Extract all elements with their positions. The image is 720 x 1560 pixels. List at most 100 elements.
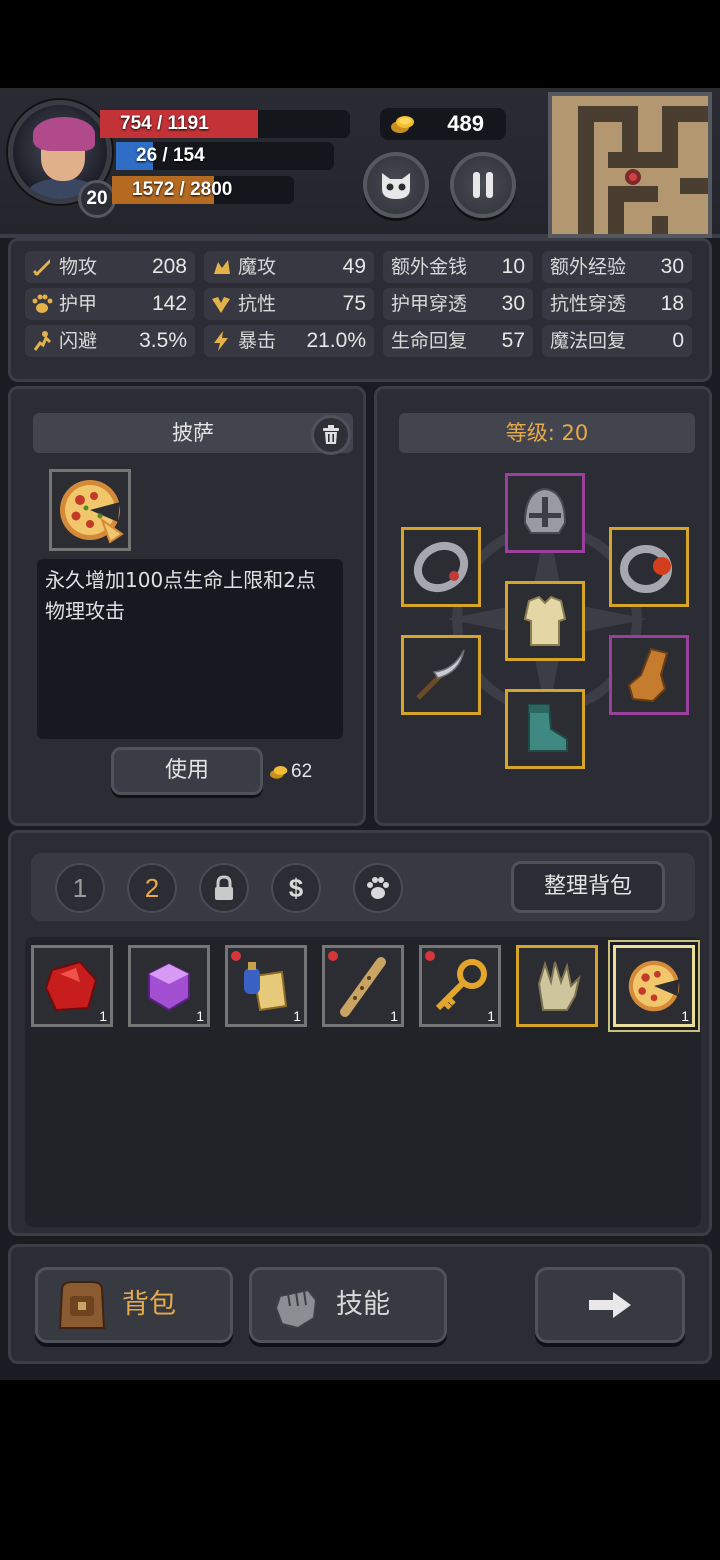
scythe-icon bbox=[416, 649, 465, 700]
arrow-right-icon bbox=[589, 1292, 631, 1318]
stat-2[interactable]: 魔攻 49 bbox=[204, 251, 374, 283]
pause-button[interactable] bbox=[450, 152, 516, 218]
pause-icon bbox=[473, 172, 493, 198]
stat-value: 21.0% bbox=[306, 329, 366, 352]
top-bar: 20 754 / 1191 26 / 154 1572 / 2800 489 bbox=[0, 88, 720, 238]
stat-label: 物攻 bbox=[59, 256, 98, 278]
gold-counter: 489 bbox=[380, 108, 506, 140]
item-detail-panel: 披萨 永久增加100点生命上限和2点物理攻击 使用 62 bbox=[8, 386, 366, 826]
bottom-nav: 背包 技能 bbox=[8, 1244, 712, 1364]
bag-panel: 1 2 $ 整理背包 1 1 1 1 1 1 bbox=[8, 830, 712, 1236]
stat-value: 75 bbox=[342, 292, 366, 315]
stat-value: 30 bbox=[501, 292, 525, 315]
nav-bag-label: 背包 bbox=[122, 1289, 176, 1320]
equip-slot-ring-left[interactable] bbox=[401, 527, 481, 607]
gauntlet-icon bbox=[627, 647, 669, 703]
item-quantity: 1 bbox=[293, 1008, 301, 1024]
mp-bar: 26 / 154 bbox=[116, 142, 334, 170]
minimap[interactable] bbox=[548, 92, 712, 238]
stat-value: 10 bbox=[501, 255, 525, 278]
stat-7[interactable]: 护甲穿透 30 bbox=[383, 288, 533, 320]
player-marker-icon bbox=[625, 169, 641, 185]
bag-tab-locked[interactable] bbox=[199, 863, 249, 913]
bag-slot-flute[interactable]: 1 bbox=[322, 945, 404, 1027]
nav-skill-button[interactable]: 技能 bbox=[249, 1267, 447, 1343]
sword-icon bbox=[32, 259, 50, 277]
next-button[interactable] bbox=[535, 1267, 685, 1343]
equipment-panel: 等级: 20 bbox=[374, 386, 712, 826]
stat-label: 暴击 bbox=[238, 330, 277, 352]
gold-coin-icon bbox=[270, 765, 288, 779]
glove-icon bbox=[537, 960, 581, 1011]
bag-slot-golden-key[interactable]: 1 bbox=[419, 945, 501, 1027]
flute-icon bbox=[340, 957, 386, 1017]
magic-hand-icon bbox=[214, 260, 230, 274]
stat-4[interactable]: 额外经验 30 bbox=[542, 251, 692, 283]
stat-3[interactable]: 额外金钱 10 bbox=[383, 251, 533, 283]
game-screen: 2 0 754 / 1191 26 / 154 1572 / 2800 489 物… bbox=[0, 88, 720, 1380]
owl-button[interactable] bbox=[363, 152, 429, 218]
stats-panel: 物攻 208 魔攻 49 额外金钱 10 额外经验 30 护甲 142 抗性 75 护甲穿透 30 抗性穿透… bbox=[8, 238, 712, 382]
equip-slot-ring-right[interactable] bbox=[609, 527, 689, 607]
stat-10[interactable]: 暴击 21.0% bbox=[204, 325, 374, 357]
bag-slot-purple-gem[interactable]: 1 bbox=[128, 945, 210, 1027]
bag-tab-pet[interactable] bbox=[353, 863, 403, 913]
gold-amount: 489 bbox=[447, 111, 484, 136]
stat-value: 0 bbox=[672, 329, 684, 352]
bag-tab-shop[interactable]: $ bbox=[271, 863, 321, 913]
stat-1[interactable]: 物攻 208 bbox=[25, 251, 195, 283]
bag-tab-2[interactable]: 2 bbox=[127, 863, 177, 913]
item-quantity: 1 bbox=[196, 1008, 204, 1024]
xp-text: 1572 / 2800 bbox=[132, 179, 233, 200]
bag-slot-glove[interactable] bbox=[516, 945, 598, 1027]
nav-bag-button[interactable]: 背包 bbox=[35, 1267, 233, 1343]
stat-6[interactable]: 抗性 75 bbox=[204, 288, 374, 320]
stat-label: 护甲 bbox=[59, 293, 98, 315]
bag-slot-red-gem[interactable]: 1 bbox=[31, 945, 113, 1027]
stat-label: 抗性 bbox=[238, 293, 277, 315]
dollar-icon: $ bbox=[289, 874, 304, 902]
ruby-ring-icon bbox=[620, 545, 672, 593]
item-price-value: 62 bbox=[291, 761, 313, 782]
use-button[interactable]: 使用 bbox=[111, 747, 263, 795]
running-icon bbox=[33, 331, 52, 351]
discard-button[interactable] bbox=[311, 415, 351, 455]
stat-label: 护甲穿透 bbox=[391, 293, 468, 315]
stat-label: 额外金钱 bbox=[391, 256, 468, 278]
stat-label: 闪避 bbox=[59, 330, 98, 352]
item-quantity: 1 bbox=[487, 1008, 495, 1024]
item-description: 永久增加100点生命上限和2点物理攻击 bbox=[37, 559, 343, 739]
stat-9[interactable]: 闪避 3.5% bbox=[25, 325, 195, 357]
stat-12[interactable]: 魔法回复 0 bbox=[542, 325, 692, 357]
bag-slot-pizza[interactable]: 1 bbox=[613, 945, 695, 1027]
equip-slot-helmet[interactable] bbox=[505, 473, 585, 553]
stat-5[interactable]: 护甲 142 bbox=[25, 288, 195, 320]
stat-value: 57 bbox=[501, 329, 525, 352]
scroll-potion-icon bbox=[244, 962, 288, 1012]
lightning-icon bbox=[214, 331, 228, 351]
trash-icon bbox=[323, 425, 339, 444]
bag-tab-1[interactable]: 1 bbox=[55, 863, 105, 913]
sort-bag-button[interactable]: 整理背包 bbox=[511, 861, 665, 913]
armor-icon bbox=[523, 595, 567, 646]
stat-label: 额外经验 bbox=[550, 256, 627, 278]
pizza-icon bbox=[628, 960, 680, 1012]
item-quantity: 1 bbox=[681, 1008, 689, 1024]
stat-label: 魔攻 bbox=[238, 256, 277, 278]
pizza-icon bbox=[60, 480, 124, 544]
stat-value: 208 bbox=[151, 255, 187, 278]
helmet-icon bbox=[523, 487, 567, 534]
stat-label: 生命回复 bbox=[391, 330, 468, 352]
stat-8[interactable]: 抗性穿透 18 bbox=[542, 288, 692, 320]
equip-slot-gauntlet[interactable] bbox=[609, 635, 689, 715]
stat-11[interactable]: 生命回复 57 bbox=[383, 325, 533, 357]
equip-slot-armor[interactable] bbox=[505, 581, 585, 661]
owl-icon bbox=[382, 173, 410, 199]
equip-slot-boots[interactable] bbox=[505, 689, 585, 769]
item-quantity: 1 bbox=[99, 1008, 107, 1024]
gold-coin-icon bbox=[391, 116, 414, 133]
hp-bar: 754 / 1191 bbox=[100, 110, 350, 138]
equip-slot-weapon[interactable] bbox=[401, 635, 481, 715]
bag-slot-scroll-potion[interactable]: 1 bbox=[225, 945, 307, 1027]
item-price: 62 bbox=[269, 761, 312, 783]
